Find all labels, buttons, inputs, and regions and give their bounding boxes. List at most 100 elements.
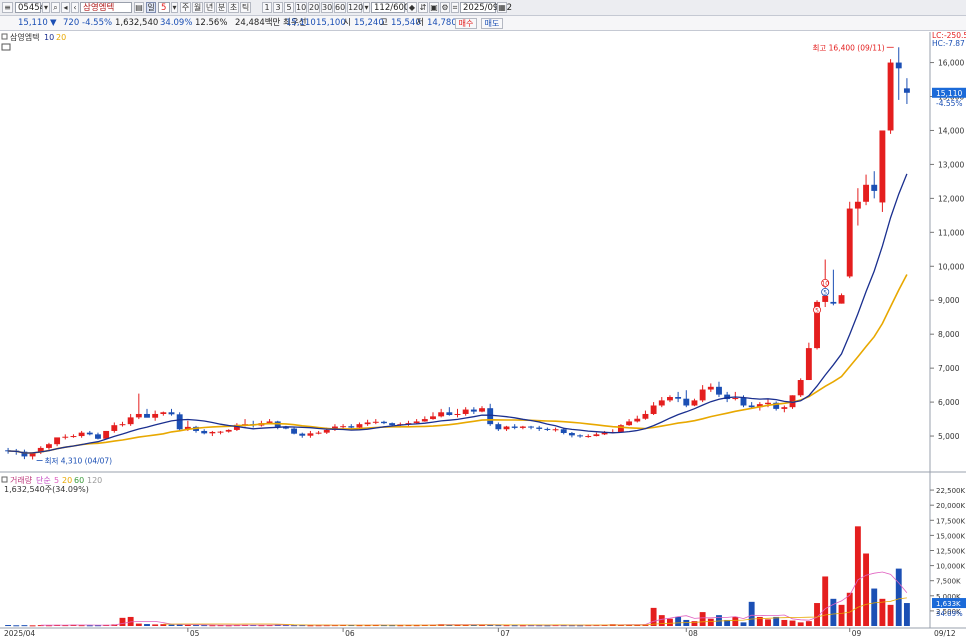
interval-dropdown-icon[interactable]: ▾: [363, 2, 370, 13]
interval-button-20[interactable]: 20: [308, 2, 320, 13]
buy-button[interactable]: 매수: [455, 18, 477, 29]
interval-button-60[interactable]: 60: [334, 2, 346, 13]
period-dropdown-icon[interactable]: ▾: [171, 2, 178, 13]
stock-code-input[interactable]: 054540: [15, 2, 50, 13]
volume-bar: [871, 588, 878, 626]
period-button-second[interactable]: 초: [228, 2, 239, 13]
legend-ma10: 10: [44, 33, 54, 42]
period-button-tick[interactable]: 틱: [240, 2, 251, 13]
candle-body: [805, 348, 812, 381]
candle-body: [340, 426, 347, 428]
tool-icon-1[interactable]: ◆: [407, 2, 417, 13]
ma-marker-label: 10: [821, 281, 829, 288]
candle-body: [658, 400, 665, 406]
candle-body: [503, 426, 510, 430]
candle-body: [291, 428, 298, 434]
tool-icon-2[interactable]: ⇵: [418, 2, 428, 13]
candle-body: [144, 413, 150, 418]
candle-body: [748, 405, 755, 408]
date-field[interactable]: 2025/09/12: [460, 2, 512, 13]
candle-body: [536, 427, 543, 429]
daily-button[interactable]: 일: [146, 2, 156, 13]
ma-marker-label: 5: [823, 290, 827, 297]
candle-body: [879, 130, 886, 203]
volume-bar: [854, 526, 861, 626]
menu-icon[interactable]: ≡: [2, 2, 13, 13]
interval-button-10[interactable]: 10: [295, 2, 307, 13]
calendar-icon[interactable]: ▦: [497, 2, 507, 13]
date-tick-label: 08: [688, 629, 698, 637]
date-tick-label: 09: [852, 629, 862, 637]
period-value-field[interactable]: 5: [158, 2, 170, 13]
volume-tick-label: 15,000K: [936, 532, 965, 540]
price-tick-label: 12,000: [938, 194, 964, 203]
volume-bar: [887, 604, 894, 626]
interval-button-5[interactable]: 5: [284, 2, 294, 13]
interval-button-3[interactable]: 3: [273, 2, 283, 13]
candle-body: [626, 421, 633, 426]
price-tick-label: 14,000: [938, 126, 964, 135]
candle-body: [103, 430, 110, 439]
candle-body: [519, 426, 526, 428]
volume-bar: [699, 612, 706, 626]
chart-background: [0, 31, 966, 637]
volume-bar: [5, 625, 12, 627]
candle-body: [895, 62, 902, 69]
current-price: 15,110: [18, 18, 48, 28]
sound-icon[interactable]: ◂: [61, 2, 70, 13]
code-dropdown-icon[interactable]: ▾: [42, 2, 50, 13]
volume-bar: [144, 624, 150, 626]
candle-body: [544, 428, 551, 430]
candle-body: [650, 405, 657, 414]
candle-body: [54, 437, 61, 445]
prev-icon[interactable]: ‹: [71, 2, 79, 13]
candle-body: [903, 88, 910, 93]
ma-marker-label: 5: [815, 307, 819, 314]
candle-body: [487, 408, 494, 425]
candle-body: [438, 412, 445, 417]
volume-bar: [903, 603, 910, 626]
candle-body: [225, 429, 232, 432]
candle-body: [152, 413, 159, 418]
interval-button-1[interactable]: 1: [262, 2, 272, 13]
candle-body: [617, 425, 624, 432]
date-tick-label: 05: [190, 629, 200, 637]
candle-body: [62, 436, 69, 438]
legend-vol-ma-label: 단순: [36, 475, 51, 485]
price-tick-label: 6,000: [938, 398, 960, 407]
sell-button[interactable]: 매도: [481, 18, 503, 29]
legend-vol-ma20: 20: [62, 476, 72, 485]
price-tick-label: 10,000: [938, 262, 964, 271]
search-icon[interactable]: ⌕: [51, 2, 60, 13]
group-icon[interactable]: ▤: [134, 2, 144, 13]
price-tick-label: 5,000: [938, 432, 960, 441]
candle-body: [389, 423, 396, 426]
candle-body: [871, 184, 878, 191]
candle-body: [372, 421, 379, 423]
settings-gear-icon[interactable]: ⚙: [440, 2, 450, 13]
stock-chart[interactable]: 5,000 6,000 7,000 8,000 9,000 10,000 11,000 12,…: [0, 31, 966, 637]
candle-body: [95, 434, 101, 439]
stock-name-field[interactable]: 삼영엠텍: [80, 2, 132, 13]
tool-icon-3[interactable]: ▣: [429, 2, 439, 13]
period-button-year[interactable]: 년: [204, 2, 215, 13]
tool-icon-4[interactable]: ⌗: [451, 2, 459, 13]
interval-button-30[interactable]: 30: [321, 2, 333, 13]
volume-bar: [846, 592, 853, 626]
price-tick-label: 7,000: [938, 364, 960, 373]
volume-bar: [732, 616, 739, 626]
period-button-minute[interactable]: 분: [216, 2, 227, 13]
low-annotation: 최저 4,310 (04/07): [45, 455, 113, 465]
candle-body: [160, 412, 167, 414]
top-right-label-2: HC:-7.87: [932, 39, 965, 48]
candle-body: [413, 421, 420, 424]
down-arrow-icon: ▼: [50, 18, 57, 28]
turnover-value: 12.56%: [195, 18, 228, 28]
legend-vol-ma120: 120: [87, 476, 102, 485]
count-field[interactable]: 112/600: [371, 2, 409, 13]
candle-body: [446, 412, 453, 415]
interval-button-120[interactable]: 120: [347, 2, 363, 13]
period-button-month[interactable]: 월: [192, 2, 203, 13]
candle-body: [593, 434, 600, 437]
period-button-week[interactable]: 주: [180, 2, 191, 13]
